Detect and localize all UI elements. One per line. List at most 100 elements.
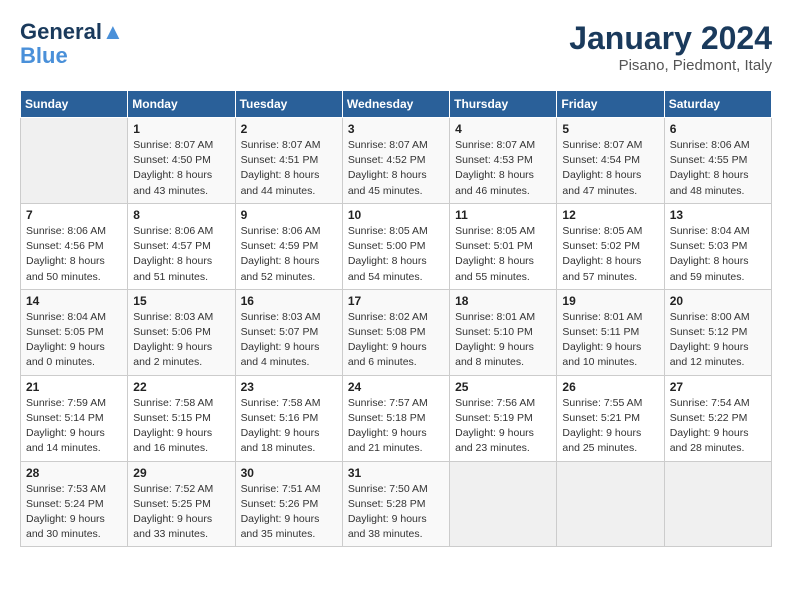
calendar-cell: 23 Sunrise: 7:58 AMSunset: 5:16 PMDayligh…: [235, 375, 342, 461]
calendar-cell: [450, 461, 557, 547]
day-info-text: Sunrise: 7:59 AMSunset: 5:14 PMDaylight:…: [26, 396, 122, 457]
location-subtitle: Pisano, Piedmont, Italy: [569, 57, 772, 74]
calendar-cell: 9Sunrise: 8:06 AMSunset: 4:59 PMDaylight…: [235, 203, 342, 289]
day-info-text: Sunrise: 8:07 AMSunset: 4:50 PMDaylight:…: [133, 138, 229, 199]
day-header-friday: Friday: [557, 91, 664, 118]
calendar-cell: 27 Sunrise: 7:54 AMSunset: 5:22 PMDayligh…: [664, 375, 771, 461]
day-number: 8: [133, 208, 229, 222]
calendar-cell: 13 Sunrise: 8:04 AMSunset: 5:03 PMDayligh…: [664, 203, 771, 289]
day-number: 25: [455, 380, 551, 394]
day-info-text: Sunrise: 8:01 AMSunset: 5:11 PMDaylight:…: [562, 310, 658, 371]
day-number: 13: [670, 208, 766, 222]
calendar-cell: 12 Sunrise: 8:05 AMSunset: 5:02 PMDayligh…: [557, 203, 664, 289]
day-header-wednesday: Wednesday: [342, 91, 449, 118]
title-block: January 2024 Pisano, Piedmont, Italy: [569, 20, 772, 74]
day-info-text: Sunrise: 7:55 AMSunset: 5:21 PMDaylight:…: [562, 396, 658, 457]
day-number: 16: [241, 294, 337, 308]
calendar-cell: 17Sunrise: 8:02 AMSunset: 5:08 PMDayligh…: [342, 289, 449, 375]
day-info-text: Sunrise: 8:07 AMSunset: 4:54 PMDaylight:…: [562, 138, 658, 199]
day-info-text: Sunrise: 7:50 AMSunset: 5:28 PMDaylight:…: [348, 482, 444, 543]
day-number: 10: [348, 208, 444, 222]
calendar-week-row: 28Sunrise: 7:53 AMSunset: 5:24 PMDayligh…: [21, 461, 772, 547]
day-info-text: Sunrise: 8:07 AMSunset: 4:53 PMDaylight:…: [455, 138, 551, 199]
day-number: 28: [26, 466, 122, 480]
day-number: 3: [348, 122, 444, 136]
day-number: 12: [562, 208, 658, 222]
calendar-cell: 22Sunrise: 7:58 AMSunset: 5:15 PMDayligh…: [128, 375, 235, 461]
calendar-week-row: 21 Sunrise: 7:59 AMSunset: 5:14 PMDayligh…: [21, 375, 772, 461]
calendar-header-row: SundayMondayTuesdayWednesdayThursdayFrid…: [21, 91, 772, 118]
calendar-body: 1 Sunrise: 8:07 AMSunset: 4:50 PMDaylight…: [21, 118, 772, 547]
day-number: 2: [241, 122, 337, 136]
day-info-text: Sunrise: 8:06 AMSunset: 4:56 PMDaylight:…: [26, 224, 122, 285]
day-info-text: Sunrise: 8:01 AMSunset: 5:10 PMDaylight:…: [455, 310, 551, 371]
calendar-cell: 21 Sunrise: 7:59 AMSunset: 5:14 PMDayligh…: [21, 375, 128, 461]
day-number: 1: [133, 122, 229, 136]
day-header-thursday: Thursday: [450, 91, 557, 118]
calendar-cell: 28Sunrise: 7:53 AMSunset: 5:24 PMDayligh…: [21, 461, 128, 547]
day-number: 14: [26, 294, 122, 308]
day-info-text: Sunrise: 8:05 AMSunset: 5:00 PMDaylight:…: [348, 224, 444, 285]
day-number: 23: [241, 380, 337, 394]
day-info-text: Sunrise: 8:05 AMSunset: 5:01 PMDaylight:…: [455, 224, 551, 285]
day-info-text: Sunrise: 8:04 AMSunset: 5:03 PMDaylight:…: [670, 224, 766, 285]
calendar-cell: 18Sunrise: 8:01 AMSunset: 5:10 PMDayligh…: [450, 289, 557, 375]
day-info-text: Sunrise: 8:05 AMSunset: 5:02 PMDaylight:…: [562, 224, 658, 285]
day-info-text: Sunrise: 7:58 AMSunset: 5:16 PMDaylight:…: [241, 396, 337, 457]
day-info-text: Sunrise: 8:07 AMSunset: 4:51 PMDaylight:…: [241, 138, 337, 199]
calendar-cell: 26 Sunrise: 7:55 AMSunset: 5:21 PMDayligh…: [557, 375, 664, 461]
calendar-table: SundayMondayTuesdayWednesdayThursdayFrid…: [20, 90, 772, 547]
day-number: 4: [455, 122, 551, 136]
calendar-week-row: 14Sunrise: 8:04 AMSunset: 5:05 PMDayligh…: [21, 289, 772, 375]
calendar-cell: 16 Sunrise: 8:03 AMSunset: 5:07 PMDayligh…: [235, 289, 342, 375]
day-info-text: Sunrise: 8:00 AMSunset: 5:12 PMDaylight:…: [670, 310, 766, 371]
day-info-text: Sunrise: 8:02 AMSunset: 5:08 PMDaylight:…: [348, 310, 444, 371]
calendar-cell: [21, 118, 128, 204]
calendar-cell: 8 Sunrise: 8:06 AMSunset: 4:57 PMDaylight…: [128, 203, 235, 289]
day-info-text: Sunrise: 8:06 AMSunset: 4:59 PMDaylight:…: [241, 224, 337, 285]
day-number: 27: [670, 380, 766, 394]
month-year-title: January 2024: [569, 20, 772, 57]
calendar-cell: 10 Sunrise: 8:05 AMSunset: 5:00 PMDayligh…: [342, 203, 449, 289]
day-number: 20: [670, 294, 766, 308]
calendar-cell: [557, 461, 664, 547]
day-number: 7: [26, 208, 122, 222]
day-number: 29: [133, 466, 229, 480]
logo-subtext: Blue: [20, 44, 124, 68]
day-info-text: Sunrise: 7:51 AMSunset: 5:26 PMDaylight:…: [241, 482, 337, 543]
calendar-cell: 6Sunrise: 8:06 AMSunset: 4:55 PMDaylight…: [664, 118, 771, 204]
day-number: 15: [133, 294, 229, 308]
calendar-cell: 4 Sunrise: 8:07 AMSunset: 4:53 PMDaylight…: [450, 118, 557, 204]
calendar-week-row: 1 Sunrise: 8:07 AMSunset: 4:50 PMDaylight…: [21, 118, 772, 204]
day-header-sunday: Sunday: [21, 91, 128, 118]
day-header-saturday: Saturday: [664, 91, 771, 118]
logo-text: General▲: [20, 20, 124, 44]
calendar-cell: 2 Sunrise: 8:07 AMSunset: 4:51 PMDaylight…: [235, 118, 342, 204]
day-info-text: Sunrise: 8:06 AMSunset: 4:57 PMDaylight:…: [133, 224, 229, 285]
day-info-text: Sunrise: 8:03 AMSunset: 5:06 PMDaylight:…: [133, 310, 229, 371]
day-info-text: Sunrise: 8:07 AMSunset: 4:52 PMDaylight:…: [348, 138, 444, 199]
day-number: 5: [562, 122, 658, 136]
day-info-text: Sunrise: 7:56 AMSunset: 5:19 PMDaylight:…: [455, 396, 551, 457]
calendar-cell: 1 Sunrise: 8:07 AMSunset: 4:50 PMDaylight…: [128, 118, 235, 204]
day-number: 26: [562, 380, 658, 394]
calendar-cell: 11 Sunrise: 8:05 AMSunset: 5:01 PMDayligh…: [450, 203, 557, 289]
day-number: 6: [670, 122, 766, 136]
day-number: 11: [455, 208, 551, 222]
day-number: 30: [241, 466, 337, 480]
day-info-text: Sunrise: 7:52 AMSunset: 5:25 PMDaylight:…: [133, 482, 229, 543]
day-header-monday: Monday: [128, 91, 235, 118]
day-info-text: Sunrise: 7:57 AMSunset: 5:18 PMDaylight:…: [348, 396, 444, 457]
calendar-cell: 19 Sunrise: 8:01 AMSunset: 5:11 PMDayligh…: [557, 289, 664, 375]
calendar-cell: 15 Sunrise: 8:03 AMSunset: 5:06 PMDayligh…: [128, 289, 235, 375]
calendar-cell: 5 Sunrise: 8:07 AMSunset: 4:54 PMDaylight…: [557, 118, 664, 204]
day-info-text: Sunrise: 8:03 AMSunset: 5:07 PMDaylight:…: [241, 310, 337, 371]
calendar-cell: 7 Sunrise: 8:06 AMSunset: 4:56 PMDaylight…: [21, 203, 128, 289]
day-number: 31: [348, 466, 444, 480]
day-number: 19: [562, 294, 658, 308]
day-number: 21: [26, 380, 122, 394]
day-info-text: Sunrise: 7:58 AMSunset: 5:15 PMDaylight:…: [133, 396, 229, 457]
page-header: General▲ Blue January 2024 Pisano, Piedm…: [20, 20, 772, 74]
day-info-text: Sunrise: 7:54 AMSunset: 5:22 PMDaylight:…: [670, 396, 766, 457]
calendar-cell: [664, 461, 771, 547]
